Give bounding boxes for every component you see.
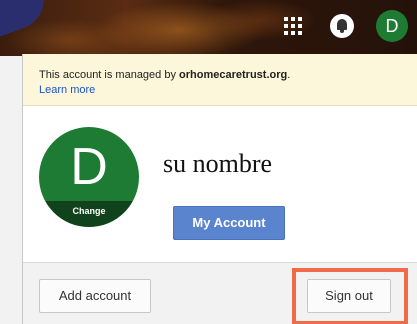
apps-grid-icon[interactable] [284, 17, 302, 35]
learn-more-link[interactable]: Learn more [39, 83, 417, 98]
sign-out-button[interactable]: Sign out [307, 279, 391, 313]
add-account-button[interactable]: Add account [39, 279, 151, 313]
profile-avatar[interactable]: D Change [39, 127, 139, 227]
notice-domain: orhomecaretrust.org [179, 69, 288, 81]
change-photo-button[interactable]: Change [39, 201, 139, 227]
notifications-bell-icon[interactable] [330, 14, 354, 38]
popup-footer: Add account Sign out [23, 262, 417, 324]
top-bar: D [0, 0, 417, 56]
corner-decoration [0, 0, 53, 39]
account-avatar-button[interactable]: D [376, 10, 408, 42]
avatar-letter: D [385, 16, 399, 36]
account-name: su nombre [163, 149, 273, 178]
notice-text: This account is managed by [39, 69, 180, 81]
account-popup: This account is managed by orhomecaretru… [22, 54, 417, 324]
profile-avatar-letter: D [70, 138, 108, 196]
managed-account-notice: This account is managed by orhomecaretru… [23, 54, 417, 106]
notice-suffix: . [287, 69, 291, 81]
my-account-button[interactable]: My Account [173, 206, 285, 240]
